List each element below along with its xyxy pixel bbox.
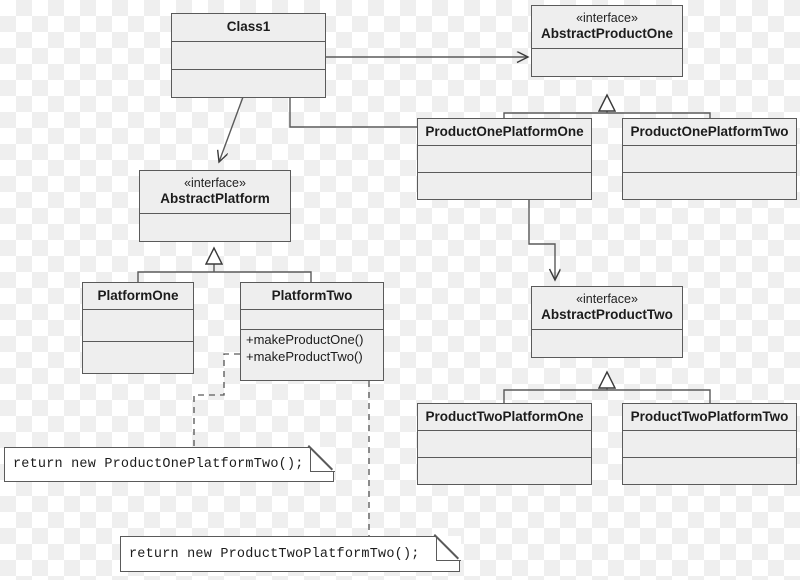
note-box-two[interactable]: return new ProductTwoPlatformTwo(); — [120, 535, 461, 572]
class-box-producttwoplatformone[interactable]: ProductTwoPlatformOne — [417, 403, 592, 485]
class-box-producttwoplatformtwo[interactable]: ProductTwoPlatformTwo — [622, 403, 797, 485]
stereotype-label-abstractproductone: «interface» — [576, 11, 638, 26]
class-name-class1: Class1 — [172, 14, 325, 42]
class-operations-productoneplatformone — [418, 173, 591, 199]
class-name-producttwoplatformtwo: ProductTwoPlatformTwo — [623, 404, 796, 431]
stereotype-label-abstractproducttwo: «interface» — [576, 292, 638, 307]
stereotype-label-abstractplatform: «interface» — [184, 176, 246, 191]
note-box-one[interactable]: return new ProductOnePlatformTwo(); — [4, 446, 335, 482]
class-header-abstractproducttwo: «interface» AbstractProductTwo — [532, 287, 682, 330]
class-name-productoneplatformone: ProductOnePlatformOne — [418, 119, 591, 146]
class-box-class1[interactable]: Class1 — [171, 13, 326, 98]
class-name-abstractplatform: AbstractPlatform — [160, 190, 270, 206]
class-operations-abstractproductone — [532, 49, 682, 76]
uml-diagram-canvas: Class1 «interface» AbstractProductOne Pr… — [0, 0, 800, 580]
class-name-abstractproducttwo: AbstractProductTwo — [541, 306, 673, 322]
class-operations-producttwoplatformtwo — [623, 458, 796, 484]
note-text-two: return new ProductTwoPlatformTwo(); — [129, 546, 420, 562]
class-operations-abstractplatform — [140, 214, 290, 241]
note-fold-corner-icon — [435, 535, 461, 561]
class-name-platformone: PlatformOne — [83, 283, 193, 310]
edge-gen-bus-h-abstractplatform — [137, 271, 312, 282]
class-operations-class1 — [172, 70, 325, 97]
class-name-platformtwo: PlatformTwo — [241, 283, 383, 310]
class-attributes-platformone — [83, 310, 193, 342]
class-box-platformone[interactable]: PlatformOne — [82, 282, 194, 374]
class-name-abstractproductone: AbstractProductOne — [540, 25, 674, 41]
class-attributes-producttwoplatformtwo — [623, 431, 796, 458]
class-box-abstractplatform[interactable]: «interface» AbstractPlatform — [139, 170, 291, 242]
edge-class1-to-abstractplatform — [219, 96, 244, 162]
class-box-productoneplatformone[interactable]: ProductOnePlatformOne — [417, 118, 592, 200]
class-attributes-platformtwo — [241, 310, 383, 330]
class-header-abstractplatform: «interface» AbstractPlatform — [140, 171, 290, 214]
class-name-producttwoplatformone: ProductTwoPlatformOne — [418, 404, 591, 431]
class-operations-platformtwo: +makeProductOne() +makeProductTwo() — [246, 332, 364, 364]
class-operations-abstractproducttwo — [532, 330, 682, 357]
class-attributes-productoneplatformone — [418, 146, 591, 173]
note-fold-corner-icon — [309, 446, 335, 472]
class-name-productoneplatformtwo: ProductOnePlatformTwo — [623, 119, 796, 146]
class-operations-productoneplatformtwo — [623, 173, 796, 199]
class-attributes-class1 — [172, 42, 325, 70]
class-operations-producttwoplatformone — [418, 458, 591, 484]
edge-note-one-anchor — [193, 353, 240, 447]
class-header-abstractproductone: «interface» AbstractProductOne — [532, 6, 682, 49]
class-box-abstractproductone[interactable]: «interface» AbstractProductOne — [531, 5, 683, 77]
class-box-platformtwo[interactable]: PlatformTwo +makeProductOne() +makeProdu… — [240, 282, 384, 381]
class-attributes-productoneplatformtwo — [623, 146, 796, 173]
class-operations-platformone — [83, 342, 193, 373]
edge-gen-bus-h-abstractproducttwo — [503, 389, 711, 403]
class-box-productoneplatformtwo[interactable]: ProductOnePlatformTwo — [622, 118, 797, 200]
class-box-abstractproducttwo[interactable]: «interface» AbstractProductTwo — [531, 286, 683, 358]
class-attributes-producttwoplatformone — [418, 431, 591, 458]
note-text-one: return new ProductOnePlatformTwo(); — [13, 457, 304, 472]
